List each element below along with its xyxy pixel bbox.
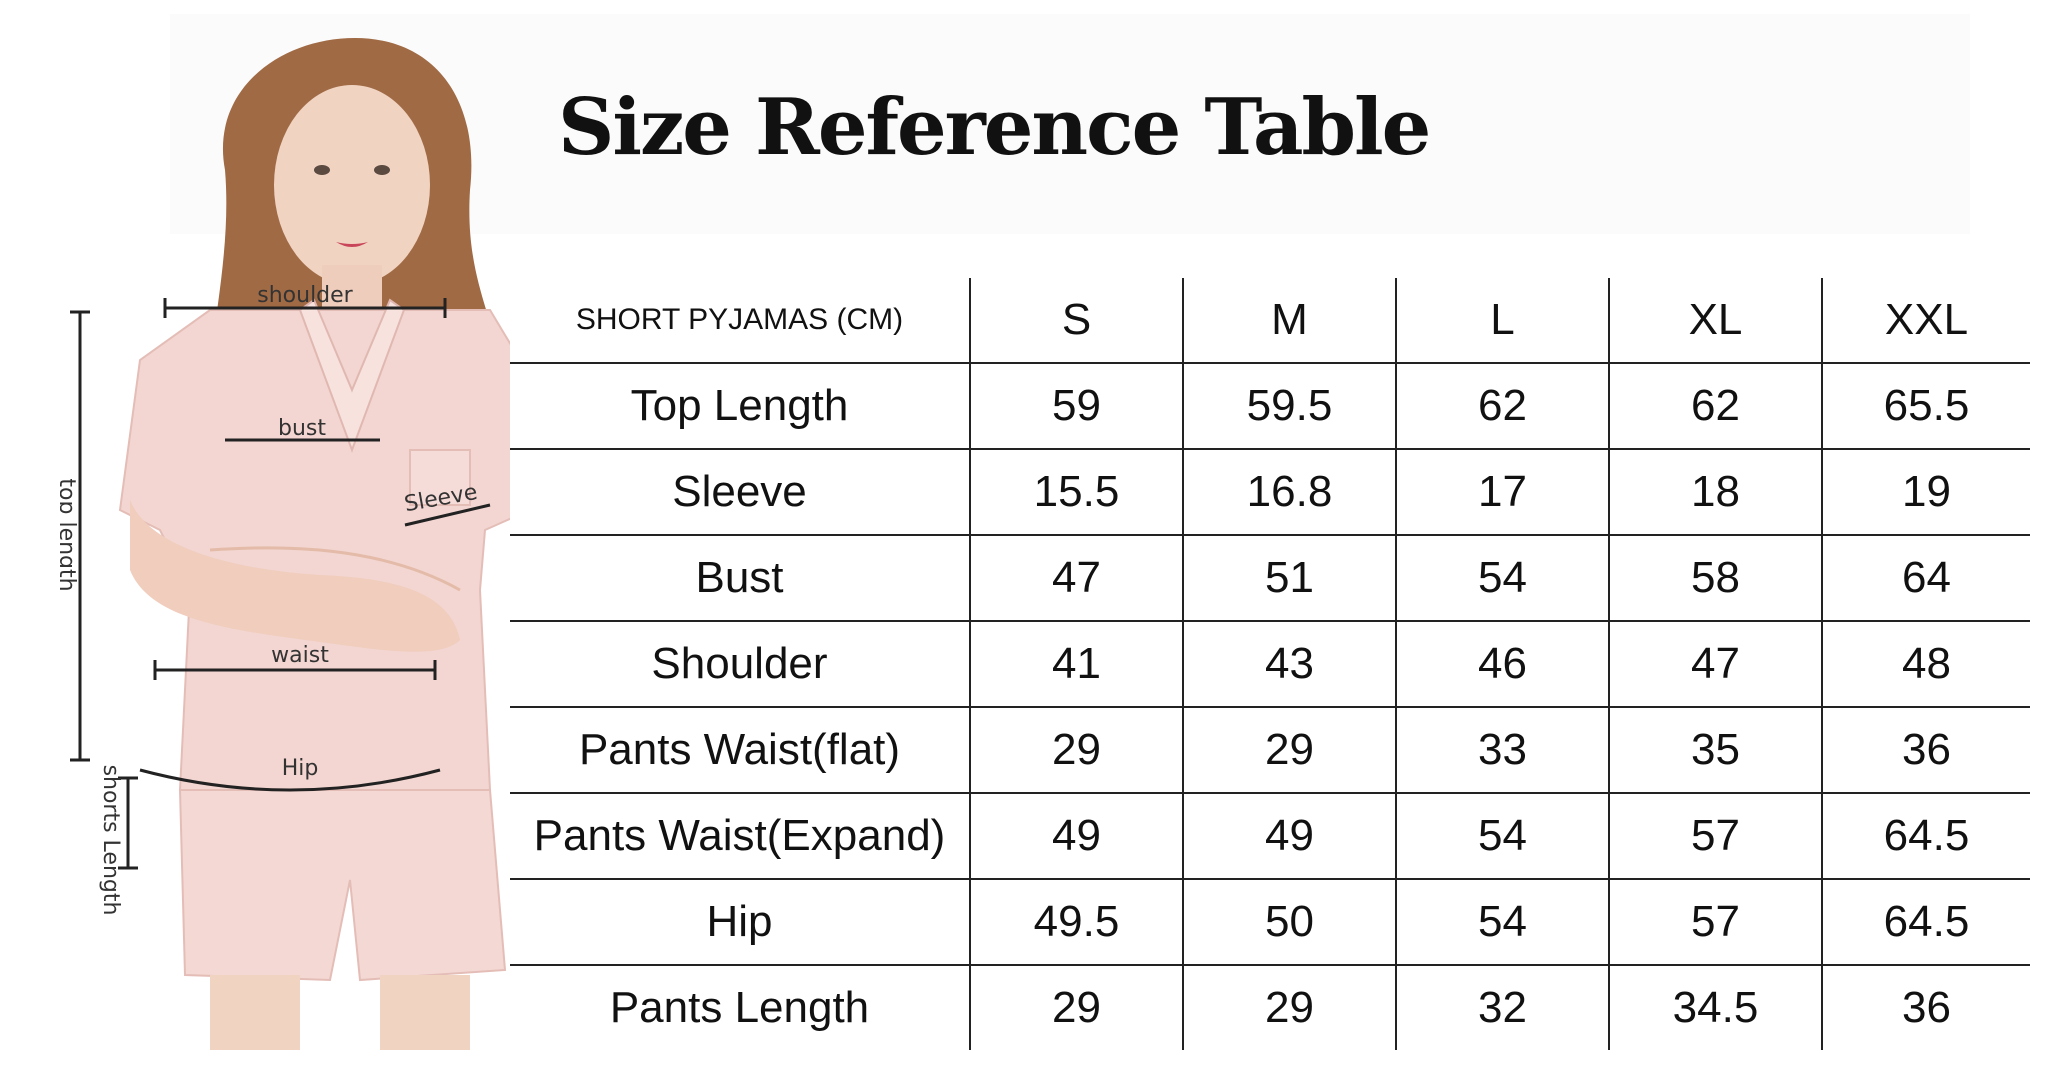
table-cell: 54: [1395, 879, 1609, 966]
table-cell: 64.5: [1821, 879, 2030, 966]
table-cell: 57: [1608, 879, 1822, 966]
table-row: Pants Waist(flat) 29 29 33 35 36: [510, 707, 2030, 794]
table-cell: 33: [1395, 707, 1609, 794]
table-cell: 48: [1821, 621, 2030, 708]
table-cell: 49: [969, 793, 1183, 880]
row-label: Pants Waist(Expand): [510, 793, 970, 880]
waist-label: waist: [271, 643, 329, 668]
table-row: Shoulder 41 43 46 47 48: [510, 621, 2030, 708]
model-face: [274, 85, 430, 285]
row-label: Bust: [510, 535, 970, 622]
page-title: Size Reference Table: [558, 82, 1431, 173]
table-cell: 15.5: [969, 449, 1183, 536]
table-cell: 35: [1608, 707, 1822, 794]
table-cell: 62: [1395, 363, 1609, 450]
table-cell: 57: [1608, 793, 1822, 880]
row-label: Sleeve: [510, 449, 970, 536]
size-header-s: S: [969, 278, 1183, 364]
table-cell: 47: [969, 535, 1183, 622]
table-cell: 36: [1821, 965, 2030, 1050]
table-cell: 19: [1821, 449, 2030, 536]
table-cell: 18: [1608, 449, 1822, 536]
table-cell: 54: [1395, 535, 1609, 622]
model-illustration: shoulder bust Sleeve waist Hip top lengt…: [60, 30, 510, 1050]
table-cell: 29: [969, 965, 1183, 1050]
table-cell: 64: [1821, 535, 2030, 622]
table-cell: 58: [1608, 535, 1822, 622]
size-header-m: M: [1182, 278, 1396, 364]
table-cell: 36: [1821, 707, 2030, 794]
table-cell: 29: [1182, 707, 1396, 794]
row-label: Top Length: [510, 363, 970, 450]
table-cell: 64.5: [1821, 793, 2030, 880]
size-header-xl: XL: [1608, 278, 1822, 364]
table-row: Pants Length 29 29 32 34.5 36: [510, 965, 2030, 1050]
table-cell: 51: [1182, 535, 1396, 622]
table-cell: 34.5: [1608, 965, 1822, 1050]
hip-label: Hip: [282, 756, 319, 781]
table-cell: 43: [1182, 621, 1396, 708]
table-header-label: SHORT PYJAMAS (CM): [510, 278, 970, 364]
table-cell: 16.8: [1182, 449, 1396, 536]
table-row: Top Length 59 59.5 62 62 65.5: [510, 363, 2030, 450]
table-cell: 49.5: [969, 879, 1183, 966]
table-cell: 29: [969, 707, 1183, 794]
table-cell: 46: [1395, 621, 1609, 708]
table-cell: 47: [1608, 621, 1822, 708]
table-cell: 65.5: [1821, 363, 2030, 450]
row-label: Pants Waist(flat): [510, 707, 970, 794]
table-cell: 54: [1395, 793, 1609, 880]
table-cell: 49: [1182, 793, 1396, 880]
table-cell: 59: [969, 363, 1183, 450]
table-header-row: SHORT PYJAMAS (CM) S M L XL XXL: [510, 278, 2030, 364]
shoulder-label: shoulder: [257, 283, 353, 308]
row-label: Pants Length: [609, 983, 870, 1032]
shorts-length-label: shorts Length: [98, 765, 123, 916]
pajama-figure-svg: shoulder bust Sleeve waist Hip top lengt…: [60, 38, 510, 1050]
table-cell: 59.5: [1182, 363, 1396, 450]
row-label: Shoulder: [510, 621, 970, 708]
table-row: Pants Waist(Expand) 49 49 54 57 64.5: [510, 793, 2030, 880]
pajama-shorts: [178, 789, 507, 982]
size-table: SHORT PYJAMAS (CM) S M L XL XXL Top Leng…: [510, 278, 2030, 1050]
table-row: Hip 49.5 50 54 57 64.5: [510, 879, 2030, 966]
table-cell: 17: [1395, 449, 1609, 536]
row-label: Hip: [510, 879, 970, 966]
table-cell: 41: [969, 621, 1183, 708]
top-length-label: top length: [60, 478, 79, 591]
bust-label: bust: [278, 416, 326, 441]
size-header-xxl: XXL: [1821, 278, 2030, 364]
table-row: Sleeve 15.5 16.8 17 18 19: [510, 449, 2030, 536]
size-header-l: L: [1395, 278, 1609, 364]
table-cell: 62: [1608, 363, 1822, 450]
table-cell: 29: [1182, 965, 1396, 1050]
table-cell: 50: [1182, 879, 1396, 966]
table-row: Bust 47 51 54 58 64: [510, 535, 2030, 622]
table-cell: 32: [1395, 965, 1609, 1050]
